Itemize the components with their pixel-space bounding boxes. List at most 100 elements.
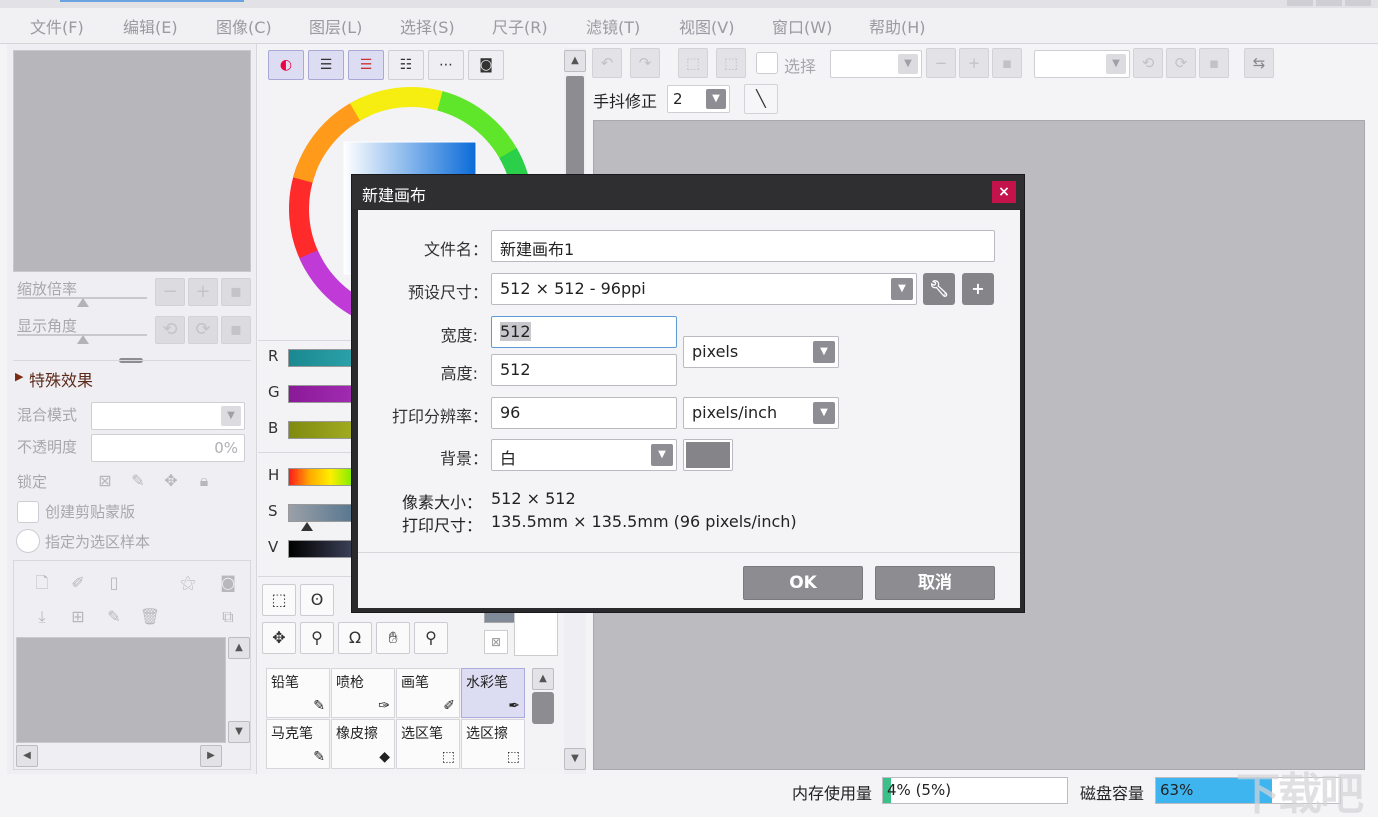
new-vector-layer-icon[interactable]: ✐ — [66, 571, 90, 595]
g-slider[interactable] — [288, 385, 352, 403]
rotate-left-button[interactable]: ⟲ — [155, 316, 185, 344]
scroll-right-icon[interactable]: ▶ — [200, 745, 222, 767]
stabilizer-select[interactable]: 2 ▼ — [667, 85, 730, 113]
h-slider[interactable] — [288, 468, 352, 486]
brush-airbrush[interactable]: 喷枪 ✑ — [331, 668, 395, 718]
brush-marker[interactable]: 马克笔 ✎ — [266, 719, 330, 769]
new-layer-icon[interactable]: 🗋︎ — [30, 571, 54, 595]
toolbar-zoom-in-icon[interactable]: + — [959, 48, 989, 78]
background-color-swatch[interactable] — [683, 439, 733, 471]
maximize-button[interactable] — [1316, 0, 1342, 6]
trash-icon[interactable]: 🗑︎ — [138, 605, 162, 629]
primary-color-swatch[interactable] — [514, 612, 558, 656]
move-icon[interactable]: ✥ — [262, 622, 296, 654]
layer-mask-icon[interactable]: ◙ — [216, 571, 240, 595]
deselect-icon[interactable]: ⬚ — [678, 48, 708, 78]
lock-all-icon[interactable]: 🔒︎ — [192, 469, 216, 493]
toolbar-rotate-reset-icon[interactable]: ▪ — [1199, 48, 1229, 78]
height-input[interactable]: 512 — [491, 354, 677, 386]
lock-paint-icon[interactable]: ✎ — [126, 469, 150, 493]
selection-source-checkbox[interactable] — [16, 529, 40, 553]
swatch-tab-icon[interactable]: ☷ — [388, 50, 424, 80]
ok-button[interactable]: OK — [743, 566, 863, 600]
menu-window[interactable]: 窗口(W) — [772, 14, 832, 38]
brush-scroll-up-icon[interactable]: ▲ — [532, 668, 554, 690]
add-layer-icon[interactable]: ⊞ — [66, 605, 90, 629]
background-select[interactable]: 白 ▼ — [491, 439, 677, 471]
menu-edit[interactable]: 编辑(E) — [123, 14, 178, 38]
swap-colors-icon[interactable]: ⊠ — [484, 630, 508, 654]
brush-eraser[interactable]: 橡皮擦 ◆ — [331, 719, 395, 769]
new-folder-icon[interactable]: ▯ — [102, 571, 126, 595]
color-wheel-tab-icon[interactable]: ◐ — [268, 50, 304, 80]
select-checkbox[interactable] — [756, 52, 778, 74]
menu-layer[interactable]: 图层(L) — [309, 14, 362, 38]
hsv-slider-tab-icon[interactable]: ☰ — [348, 50, 384, 80]
width-input[interactable]: 512 — [491, 316, 677, 348]
r-slider[interactable] — [288, 349, 352, 367]
menu-help[interactable]: 帮助(H) — [869, 14, 926, 38]
scroll-down-icon[interactable]: ▼ — [564, 748, 586, 770]
menu-select[interactable]: 选择(S) — [400, 14, 455, 38]
menu-image[interactable]: 图像(C) — [216, 14, 272, 38]
zoom-in-button[interactable]: + — [188, 278, 218, 306]
navigator-preview[interactable] — [13, 50, 251, 272]
dialog-titlebar[interactable]: 新建画布 × — [352, 175, 1024, 209]
menu-view[interactable]: 视图(V) — [679, 14, 734, 38]
clear-layer-icon[interactable]: ✎ — [102, 605, 126, 629]
scratchpad-tab-icon[interactable]: ◙ — [468, 50, 504, 80]
rotate-right-button[interactable]: ⟳ — [188, 316, 218, 344]
merge-down-icon[interactable]: ⤓ — [30, 605, 54, 629]
brush-scroll-thumb[interactable] — [532, 692, 554, 724]
toolbar-zoom-out-icon[interactable]: − — [926, 48, 956, 78]
special-effects-label[interactable]: 特殊效果 — [29, 367, 93, 391]
b-slider[interactable] — [288, 421, 352, 439]
rgb-slider-tab-icon[interactable]: ☰ — [308, 50, 344, 80]
cancel-button[interactable]: 取消 — [875, 566, 995, 600]
minimize-button[interactable] — [1287, 0, 1313, 6]
lasso-icon[interactable]: ʘ — [300, 584, 334, 616]
brush-pencil[interactable]: 铅笔 ✎ — [266, 668, 330, 718]
layer-list[interactable] — [16, 637, 226, 743]
preset-select[interactable]: 512 × 512 - 96ppi ▼ — [491, 273, 917, 305]
brush-watercolor[interactable]: 水彩笔 ✒ — [461, 668, 525, 718]
toolbar-rotate-right-icon[interactable]: ⟳ — [1166, 48, 1196, 78]
clip-mask-checkbox[interactable] — [17, 501, 39, 523]
collapse-arrow-icon[interactable]: ▶ — [15, 370, 23, 383]
close-icon[interactable]: × — [992, 181, 1016, 203]
resolution-unit-select[interactable]: pixels/inch ▼ — [683, 397, 839, 429]
zoom-icon[interactable]: ⚲ — [300, 622, 334, 654]
palette-tab-icon[interactable]: ⋯ — [428, 50, 464, 80]
rotate-reset-button[interactable]: ▪ — [221, 316, 251, 344]
s-slider-handle[interactable] — [301, 522, 313, 531]
redo-icon[interactable]: ↷ — [630, 48, 660, 78]
scroll-left-icon[interactable]: ◀ — [16, 745, 38, 767]
rect-select-icon[interactable]: ⬚ — [262, 584, 296, 616]
lock-transparency-icon[interactable]: ⊠ — [93, 469, 117, 493]
invert-selection-icon[interactable]: ⬚ — [716, 48, 746, 78]
brush-selerase[interactable]: 选区擦 ⬚ — [461, 719, 525, 769]
brush-selpen[interactable]: 选区笔 ⬚ — [396, 719, 460, 769]
brush-brush[interactable]: 画笔 ✐ — [396, 668, 460, 718]
zoom-reset-button[interactable]: ▪ — [221, 278, 251, 306]
menu-filter[interactable]: 滤镜(T) — [586, 14, 640, 38]
v-slider[interactable] — [288, 540, 352, 558]
zoom-combo[interactable]: ▼ — [830, 50, 922, 78]
opacity-field[interactable]: 0% — [91, 434, 245, 462]
window-close-button[interactable] — [1345, 0, 1371, 6]
toolbar-zoom-reset-icon[interactable]: ▪ — [992, 48, 1022, 78]
duplicate-layer-icon[interactable]: ⧉ — [216, 605, 240, 629]
resolution-input[interactable]: 96 — [491, 397, 677, 429]
filename-input[interactable]: 新建画布1 — [491, 230, 995, 262]
flip-icon[interactable]: ⇆ — [1244, 48, 1274, 78]
scroll-down-icon[interactable]: ▼ — [228, 721, 250, 743]
lock-move-icon[interactable]: ✥ — [159, 469, 183, 493]
line-tool-icon[interactable]: ╲ — [744, 84, 778, 114]
angle-combo[interactable]: ▼ — [1034, 50, 1130, 78]
zoom-out-button[interactable]: − — [155, 278, 185, 306]
wrench-icon[interactable]: 🔧︎ — [923, 273, 955, 305]
undo-icon[interactable]: ↶ — [592, 48, 622, 78]
toolbar-rotate-left-icon[interactable]: ⟲ — [1133, 48, 1163, 78]
s-slider[interactable] — [288, 504, 352, 522]
scroll-up-icon[interactable]: ▲ — [564, 50, 586, 72]
